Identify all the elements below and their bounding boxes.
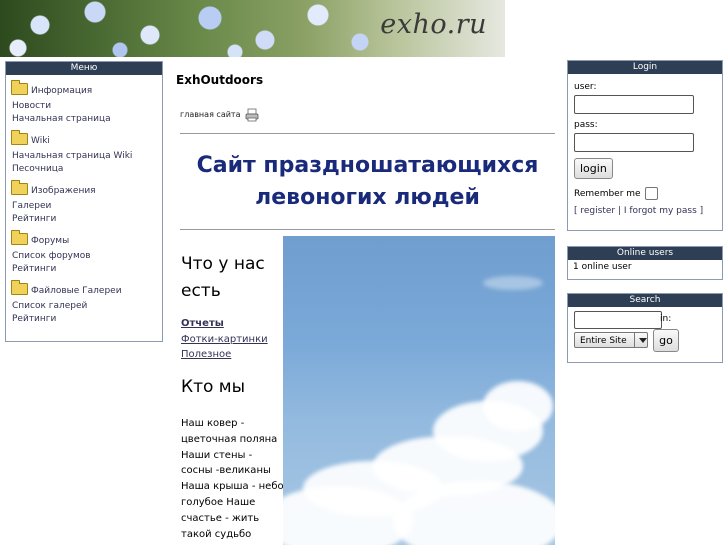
home-link[interactable]: главная сайта [180,110,240,119]
menu-group-wiki: Wiki Начальная страница Wiki Песочница [11,130,157,176]
online-title: Online users [568,247,722,260]
login-panel: Login user: pass: login Remember me [ re… [567,60,723,231]
site-banner: exho.ru [0,0,505,57]
menu-group-title[interactable]: Wiki [31,136,50,146]
search-panel: Search in: Entire Site go [567,293,723,363]
search-title: Search [568,294,722,307]
menu-group-title[interactable]: Изображения [31,186,96,196]
remember-label: Remember me [574,188,641,199]
link-photos[interactable]: Фотки-картинки [181,332,268,348]
menu-link-home[interactable]: Начальная страница [11,113,157,126]
menu-link-galleries[interactable]: Галереи [11,200,157,213]
menu-title: Меню [6,62,162,75]
folder-icon [11,230,28,245]
login-button[interactable]: login [574,158,613,179]
menu-link-forum-ratings[interactable]: Рейтинги [11,263,157,276]
who-we-are-text: Наш ковер - цветочная поляна Наши стены … [181,418,284,540]
menu-link-sandbox[interactable]: Песочница [11,163,157,176]
folder-icon [11,280,28,295]
menu-group-forums: Форумы Список форумов Рейтинги [11,230,157,276]
menu-link-image-ratings[interactable]: Рейтинги [11,213,157,226]
pass-label: pass: [574,120,598,130]
menu-link-news[interactable]: Новости [11,100,157,113]
sky-photo [283,236,555,545]
user-label: user: [574,82,597,92]
remember-checkbox[interactable] [644,187,658,200]
printer-icon[interactable] [245,108,259,122]
menu-group-info: Информация Новости Начальная страница [11,80,157,126]
menu-group-images: Изображения Галереи Рейтинги [11,180,157,226]
site-name: ExhOutdoors [176,73,264,87]
menu-link-gallery-list[interactable]: Список галерей [11,300,157,313]
what-we-have-heading: Что у нас есть [181,254,265,301]
menu-panel: Меню Информация Новости Начальная страни… [5,61,163,342]
search-go-button[interactable]: go [653,329,679,352]
forgot-pass-link[interactable]: I forgot my pass [624,206,697,216]
chevron-down-icon[interactable] [634,332,651,348]
menu-link-forum-list[interactable]: Список форумов [11,250,157,263]
menu-group-title[interactable]: Файловые Галереи [31,286,122,296]
folder-icon [11,80,28,95]
site-logo: exho.ru [380,9,487,40]
folder-icon [11,130,28,145]
pass-input[interactable] [574,133,694,152]
register-link[interactable]: register [580,206,615,216]
content-links: Отчеты Фотки-картинки Полезное [181,316,268,363]
menu-group-file-galleries: Файловые Галереи Список галерей Рейтинги [11,280,157,326]
user-input[interactable] [574,95,694,114]
login-links: [ register | I forgot my pass ] [574,206,704,216]
folder-icon [11,180,28,195]
login-title: Login [568,61,722,74]
menu-group-title[interactable]: Информация [31,86,92,96]
who-we-are-heading: Кто мы [181,377,246,397]
online-count: 1 online user [573,262,632,272]
divider [180,133,555,134]
search-in-label: in: [660,314,672,324]
menu-link-file-ratings[interactable]: Рейтинги [11,313,157,326]
search-input[interactable] [574,311,662,329]
page-headline: Сайт праздношатающихся левоногих людей [196,153,539,210]
divider [180,229,555,230]
link-useful[interactable]: Полезное [181,347,268,363]
remember-me: Remember me [574,187,722,200]
menu-group-title[interactable]: Форумы [31,236,69,246]
menu-link-wiki-home[interactable]: Начальная страница Wiki [11,150,157,163]
online-users-panel: Online users 1 online user [567,246,723,280]
link-reports[interactable]: Отчеты [181,316,268,332]
